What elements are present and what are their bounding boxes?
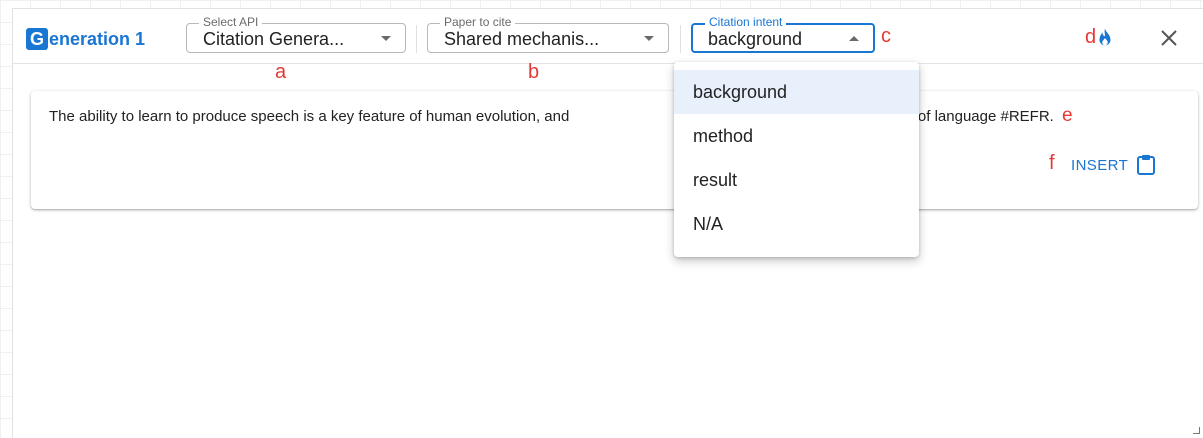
insert-button[interactable]: INSERT xyxy=(1071,153,1156,177)
select-paper-value: Shared mechanis... xyxy=(444,29,600,49)
clipboard-icon xyxy=(1137,155,1156,175)
select-api-label: Select API xyxy=(199,16,263,29)
resize-handle[interactable] xyxy=(1193,427,1200,434)
generation-title-text: eneration 1 xyxy=(49,28,146,49)
select-paper-label: Paper to cite xyxy=(440,16,516,29)
menu-item-background[interactable]: background xyxy=(674,70,919,114)
menu-item-na[interactable]: N/A xyxy=(674,202,919,246)
chevron-up-icon xyxy=(849,36,859,41)
select-api[interactable]: Select API Citation Genera... xyxy=(186,16,406,53)
select-citation-intent[interactable]: Citation intent background xyxy=(691,16,875,53)
chevron-down-icon xyxy=(644,36,654,41)
citation-intent-menu: background method result N/A xyxy=(674,62,919,257)
select-api-value: Citation Genera... xyxy=(203,29,345,49)
generation-badge: G xyxy=(26,28,48,50)
chevron-down-icon xyxy=(381,36,391,41)
toolbar: G eneration 1 Select API Citation Genera… xyxy=(13,9,1203,64)
select-intent-value: background xyxy=(708,29,803,49)
insert-button-label: INSERT xyxy=(1071,156,1129,174)
annotation-a: a xyxy=(275,61,287,83)
menu-item-result[interactable]: result xyxy=(674,158,919,202)
annotation-c: c xyxy=(881,25,891,47)
generation-panel: G eneration 1 Select API Citation Genera… xyxy=(12,8,1203,438)
generation-title: G eneration 1 xyxy=(26,27,145,51)
select-intent-label: Citation intent xyxy=(705,16,787,29)
toolbar-divider xyxy=(680,25,681,53)
annotation-b: b xyxy=(528,61,540,83)
annotation-f: f xyxy=(1049,152,1055,174)
annotation-e: e xyxy=(1062,105,1073,126)
close-icon[interactable] xyxy=(1157,26,1181,50)
generated-text: The ability to learn to produce speech i… xyxy=(49,105,1149,128)
generation-card: The ability to learn to produce speech i… xyxy=(31,91,1198,209)
fire-icon[interactable] xyxy=(1094,27,1116,49)
select-paper[interactable]: Paper to cite Shared mechanis... xyxy=(427,16,669,53)
menu-item-method[interactable]: method xyxy=(674,114,919,158)
toolbar-divider xyxy=(416,25,417,53)
generated-text-part1: The ability to learn to produce speech i… xyxy=(49,108,570,125)
